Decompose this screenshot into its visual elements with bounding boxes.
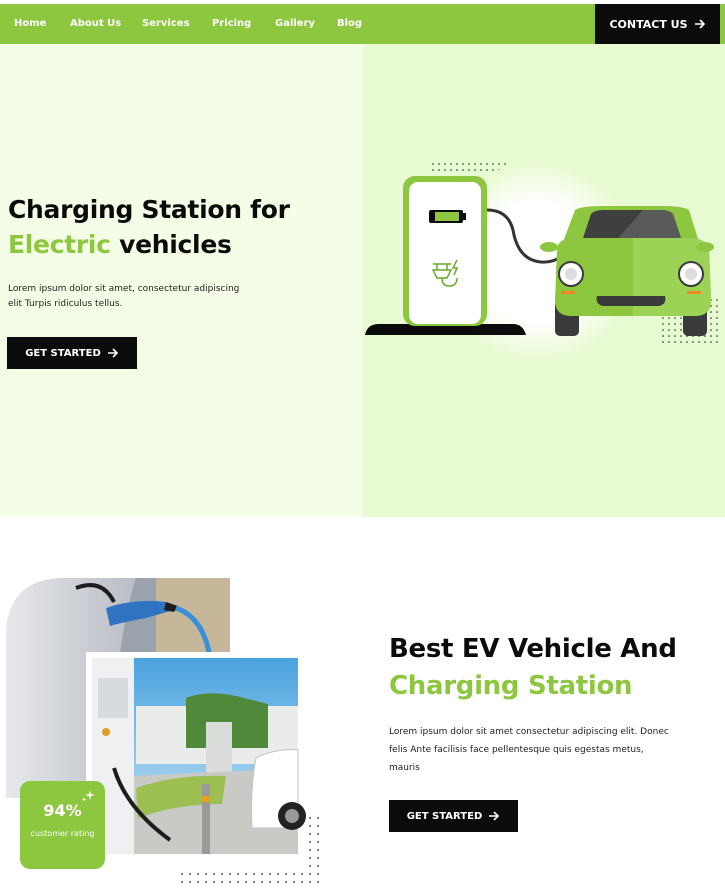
nav-about-us[interactable]: About Us — [70, 4, 121, 44]
charger-icon — [403, 176, 487, 326]
about-title-line2: Charging Station — [389, 671, 633, 701]
dot-pattern-top — [432, 163, 506, 171]
hero-title-line1: Charging Station for — [8, 195, 290, 224]
about-description: Lorem ipsum dolor sit amet consectetur a… — [389, 727, 669, 773]
hero-get-started-button[interactable]: GET STARTED — [7, 337, 137, 369]
hero-title-rest: vehicles — [119, 230, 232, 259]
hero-get-started-label: GET STARTED — [25, 347, 101, 359]
contact-us-label: CONTACT US — [609, 17, 688, 31]
nav-services[interactable]: Services — [142, 4, 190, 44]
top-navbar: Home About Us Services Pricing Gallery B… — [0, 4, 725, 44]
about-title-line1: Best EV Vehicle And — [389, 634, 677, 664]
hero-description: Lorem ipsum dolor sit amet, consectetur … — [8, 284, 240, 309]
nav-gallery[interactable]: Gallery — [275, 4, 315, 44]
arrow-right-icon — [107, 348, 118, 358]
nav-pricing[interactable]: Pricing — [212, 4, 251, 44]
arrow-right-icon — [489, 811, 500, 821]
customer-rating-badge: 94% customer rating — [20, 781, 105, 869]
charging-station-illustration — [365, 162, 718, 362]
rating-label: customer rating — [30, 829, 95, 838]
hero-title: Charging Station for Electric vehicles — [8, 192, 290, 262]
rating-value: 94% — [43, 801, 82, 820]
contact-us-button[interactable]: CONTACT US — [595, 4, 720, 44]
about-get-started-label: GET STARTED — [406, 810, 483, 822]
charging-station-photo — [86, 652, 306, 860]
about-get-started-button[interactable]: GET STARTED — [389, 800, 518, 832]
arrow-right-icon — [694, 19, 705, 29]
nav-blog[interactable]: Blog — [337, 4, 362, 44]
nav-home[interactable]: Home — [14, 4, 46, 44]
about-title: Best EV Vehicle And Charging Station — [389, 631, 677, 705]
hero-left-panel — [0, 44, 363, 517]
hero-title-line2: Electric vehicles — [8, 227, 290, 262]
hero-title-highlight: Electric — [8, 230, 111, 259]
